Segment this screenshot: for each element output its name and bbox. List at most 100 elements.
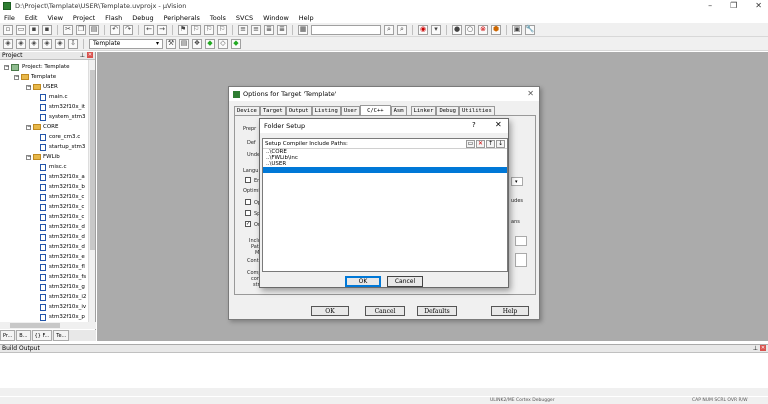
help-icon[interactable]: ? xyxy=(472,121,476,129)
nav-forward-icon[interactable]: → xyxy=(157,24,167,35)
configure-icon[interactable]: 🔧 xyxy=(525,24,535,35)
menu-help[interactable]: Help xyxy=(299,14,314,22)
tree-vertical-scrollbar[interactable] xyxy=(88,60,95,325)
close-button[interactable]: ✕ xyxy=(755,1,762,10)
menu-flash[interactable]: Flash xyxy=(105,14,122,22)
tree-item[interactable]: − Template xyxy=(14,72,56,82)
tree-item[interactable]: stm32f10x_fs xyxy=(40,272,86,282)
incremental-find-icon[interactable]: ⌕ xyxy=(397,24,407,35)
menu-window[interactable]: Window xyxy=(263,14,289,22)
new-file-icon[interactable]: ▫ xyxy=(3,24,13,35)
select-software-packs-icon[interactable]: ◇ xyxy=(218,38,228,49)
options-help-button[interactable]: Help xyxy=(491,306,529,316)
restore-button[interactable]: ❐ xyxy=(730,1,737,10)
bookmark-prev-icon[interactable]: ⚐ xyxy=(191,24,201,35)
menu-debug[interactable]: Debug xyxy=(132,14,153,22)
download-icon[interactable]: ⇩ xyxy=(68,38,78,49)
minimize-button[interactable]: – xyxy=(708,1,712,10)
warnings-select[interactable]: ▾ xyxy=(511,177,523,186)
move-down-icon[interactable]: ↓ xyxy=(496,139,505,148)
copy-icon[interactable]: ❐ xyxy=(76,24,86,35)
collapse-toggle-icon[interactable]: − xyxy=(26,124,31,130)
options-cancel-button[interactable]: Cancel xyxy=(365,306,405,316)
tab-listing[interactable]: Listing xyxy=(311,106,341,115)
panel-close-icon[interactable]: ✕ xyxy=(87,52,93,58)
split-sections-checkbox[interactable] xyxy=(245,210,251,216)
tree-item[interactable]: − FWLib xyxy=(26,152,60,162)
tree-item[interactable]: stm32f10x_iv xyxy=(40,302,86,312)
folder-setup-ok-button[interactable]: OK xyxy=(345,276,381,287)
tab-linker[interactable]: Linker xyxy=(410,106,437,115)
move-up-icon[interactable]: ↑ xyxy=(486,139,495,148)
panel-close-icon[interactable]: ✕ xyxy=(760,345,766,351)
menu-tools[interactable]: Tools xyxy=(210,14,226,22)
indent-icon[interactable]: ≡ xyxy=(238,24,248,35)
menu-edit[interactable]: Edit xyxy=(25,14,38,22)
rebuild-icon[interactable]: ◈ xyxy=(29,38,39,49)
tree-item[interactable]: startup_stm3 xyxy=(40,142,85,152)
tree-item[interactable]: stm32f10x_b xyxy=(40,182,85,192)
menu-peripherals[interactable]: Peripherals xyxy=(164,14,200,22)
batch-build-icon[interactable]: ◈ xyxy=(42,38,52,49)
folder-setup-close-icon[interactable]: ✕ xyxy=(495,120,502,129)
tab-asm[interactable]: Asm xyxy=(390,106,407,115)
bookmark-icon[interactable]: ⚑ xyxy=(178,24,188,35)
tree-item[interactable]: core_cm3.c xyxy=(40,132,80,142)
new-folder-icon[interactable]: ▭ xyxy=(466,139,475,148)
tree-item[interactable]: stm32f10x_d xyxy=(40,222,85,232)
tree-item[interactable]: stm32f10x_c xyxy=(40,202,84,212)
breakpoint-disable-icon[interactable]: ○ xyxy=(465,24,475,35)
uncomment-icon[interactable]: ≣ xyxy=(277,24,287,35)
tab-utilities[interactable]: Utilities xyxy=(459,106,495,115)
breakpoint-icon[interactable]: ● xyxy=(452,24,462,35)
tree-item[interactable]: system_stm3 xyxy=(40,112,86,122)
pin-icon[interactable]: ⊥ xyxy=(753,345,758,352)
menu-view[interactable]: View xyxy=(47,14,62,22)
menu-file[interactable]: File xyxy=(4,14,15,22)
new-include-path-entry[interactable] xyxy=(263,167,507,173)
enum-container-checkbox[interactable] xyxy=(245,177,251,183)
save-all-icon[interactable]: ▪ xyxy=(42,24,52,35)
tab-c-cpp[interactable]: C/C++ xyxy=(360,105,391,115)
options-dialog-close-icon[interactable]: ✕ xyxy=(527,89,534,98)
debug-dropdown-icon[interactable]: ▾ xyxy=(431,24,441,35)
tab-books[interactable]: B... xyxy=(16,330,31,341)
target-select[interactable]: Template ▾ xyxy=(89,38,163,49)
misc-controls-field[interactable] xyxy=(515,253,527,267)
include-paths-browse-button[interactable] xyxy=(515,236,527,246)
tab-target[interactable]: Target xyxy=(259,106,286,115)
tree-item[interactable]: stm32f10x_a xyxy=(40,172,85,182)
menu-svcs[interactable]: SVCS xyxy=(236,14,253,22)
tab-output[interactable]: Output xyxy=(285,106,312,115)
paste-icon[interactable]: ▤ xyxy=(89,24,99,35)
one-elf-section-checkbox[interactable]: ✓ xyxy=(245,221,251,227)
pack-installer-icon[interactable]: ◆ xyxy=(205,38,215,49)
tree-item[interactable]: main.c xyxy=(40,92,68,102)
stop-build-icon[interactable]: ◈ xyxy=(55,38,65,49)
tree-item[interactable]: misc.c xyxy=(40,162,67,172)
file-extensions-icon[interactable]: ▤ xyxy=(179,38,189,49)
optimize-checkbox[interactable] xyxy=(245,199,251,205)
tree-horizontal-scrollbar[interactable] xyxy=(0,322,96,329)
collapse-toggle-icon[interactable]: − xyxy=(4,64,9,70)
delete-icon[interactable]: ✕ xyxy=(476,139,485,148)
tree-item[interactable]: stm32f10x_d xyxy=(40,242,85,252)
tree-item[interactable]: stm32f10x_i2 xyxy=(40,292,86,302)
tree-item[interactable]: stm32f10x_p xyxy=(40,312,85,322)
tree-item[interactable]: stm32f10x_it xyxy=(40,102,85,112)
unindent-icon[interactable]: ≡ xyxy=(251,24,261,35)
tree-item[interactable]: stm32f10x_c xyxy=(40,192,84,202)
breakpoint-clear-icon[interactable]: ⬢ xyxy=(491,24,501,35)
find-combo[interactable] xyxy=(311,24,381,35)
comment-icon[interactable]: ≣ xyxy=(264,24,274,35)
bookmark-clear-icon[interactable]: ⚐ xyxy=(217,24,227,35)
find-icon[interactable]: ⌕ xyxy=(384,24,394,35)
nav-back-icon[interactable]: ← xyxy=(144,24,154,35)
tree-item[interactable]: − Project: Template xyxy=(4,62,70,72)
tab-templates[interactable]: Te... xyxy=(53,330,70,341)
collapse-toggle-icon[interactable]: − xyxy=(26,154,31,160)
tree-item[interactable]: − USER xyxy=(26,82,58,92)
tree-item[interactable]: stm32f10x_fl xyxy=(40,262,85,272)
tab-device[interactable]: Device xyxy=(234,106,260,115)
folder-setup-cancel-button[interactable]: Cancel xyxy=(387,276,423,287)
